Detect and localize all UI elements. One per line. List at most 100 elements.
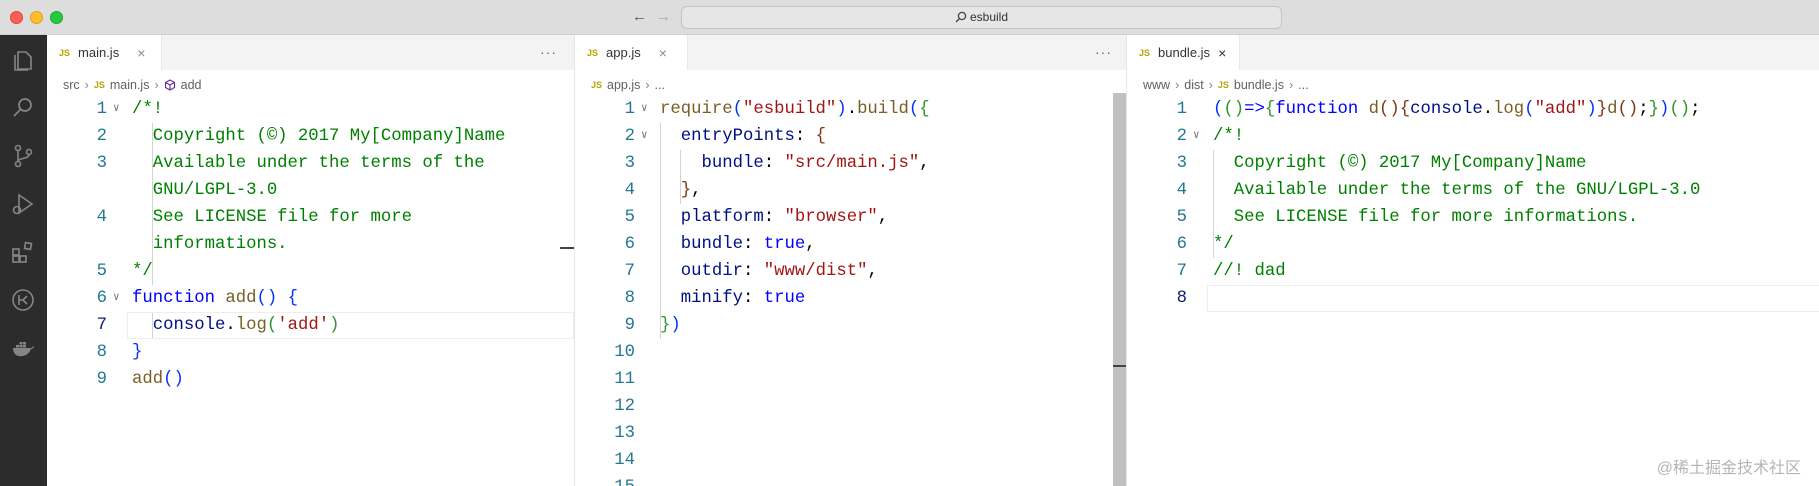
tab-bundle-js[interactable]: JS bundle.js ×: [1127, 35, 1240, 70]
breadcrumb-item[interactable]: www: [1143, 78, 1170, 92]
code-token: (): [1378, 100, 1400, 119]
code-token: .: [1482, 100, 1494, 119]
maximize-window-button[interactable]: [50, 11, 63, 24]
fold-chevron-icon[interactable]: ∨: [113, 96, 120, 123]
explorer-icon[interactable]: [10, 47, 36, 73]
line-number: 14: [614, 451, 635, 470]
line-number: 3: [624, 154, 635, 173]
editor-pane-main: JS main.js × ··· src › JS main.js › add …: [47, 35, 574, 486]
breadcrumb-item[interactable]: main.js: [110, 78, 150, 92]
cube-symbol-icon: [164, 79, 176, 91]
source-control-icon[interactable]: [10, 143, 36, 169]
line-number: 8: [96, 343, 107, 362]
code-token: "www/dist": [763, 262, 868, 281]
search-icon[interactable]: [10, 95, 36, 121]
breadcrumb-item[interactable]: dist: [1184, 78, 1203, 92]
fold-chevron-icon[interactable]: ∨: [1193, 123, 1200, 150]
code-token: {: [919, 100, 930, 119]
close-window-button[interactable]: [10, 11, 23, 24]
code-token: (: [1213, 100, 1224, 119]
code-token: log: [235, 316, 267, 335]
code-line: 5 See LICENSE file for more informations…: [1127, 204, 1819, 231]
more-actions-icon[interactable]: ···: [540, 44, 557, 60]
code-token: console: [152, 316, 226, 335]
remote-icon[interactable]: [10, 287, 36, 313]
code-line: 2 ∨ /*!: [1127, 123, 1819, 150]
code-line: 3 bundle: "src/main.js",: [575, 150, 1126, 177]
fold-chevron-icon[interactable]: ∨: [641, 96, 648, 123]
code-token: "browser": [784, 208, 878, 227]
chevron-right-icon: ›: [154, 78, 159, 92]
line-number: 11: [614, 370, 635, 389]
breadcrumb-item[interactable]: add: [181, 78, 202, 92]
line-number: 4: [1176, 181, 1187, 200]
code-token: "esbuild": [742, 100, 837, 119]
docker-icon[interactable]: [10, 335, 36, 361]
code-text: GNU/LGPL-3.0: [132, 177, 277, 204]
breadcrumb-item[interactable]: bundle.js: [1234, 78, 1284, 92]
forward-arrow-icon[interactable]: →: [656, 8, 671, 25]
line-number: 1: [624, 100, 635, 119]
code-text: //! dad: [1213, 258, 1286, 285]
chevron-right-icon: ›: [1288, 78, 1294, 92]
code-token: outdir: [680, 262, 743, 281]
code-text: function add() {: [132, 285, 298, 312]
code-editor[interactable]: 1 ∨ /*! 2 Copyright (©) 2017 My[Company]Nam…: [47, 96, 574, 486]
more-actions-icon[interactable]: ···: [1095, 44, 1112, 60]
fold-chevron-icon[interactable]: ∨: [641, 123, 648, 150]
code-token: GNU/LGPL-3.0: [132, 181, 278, 200]
code-line: informations.: [47, 231, 574, 258]
command-center-search[interactable]: esbuild: [681, 6, 1282, 29]
back-arrow-icon[interactable]: ←: [632, 8, 647, 25]
close-icon[interactable]: ×: [659, 45, 667, 61]
code-line: 9 add(): [47, 366, 574, 393]
code-token: /*!: [1213, 127, 1245, 146]
tab-app-js[interactable]: JS app.js ×: [575, 35, 688, 70]
breadcrumb-item[interactable]: app.js: [607, 78, 640, 92]
fold-chevron-icon[interactable]: ∨: [113, 285, 120, 312]
code-text: */: [1213, 231, 1234, 258]
code-token: (: [908, 100, 920, 119]
code-editor[interactable]: 1 ∨ require("esbuild").build({2 ∨ entryPoin…: [575, 96, 1126, 486]
line-number: 1: [1176, 100, 1187, 119]
breadcrumb-item[interactable]: ...: [1298, 78, 1308, 92]
code-token: build: [857, 100, 909, 119]
code-token: (): [1617, 100, 1639, 119]
run-debug-icon[interactable]: [10, 191, 36, 217]
tab-main-js[interactable]: JS main.js ×: [47, 35, 162, 70]
close-icon[interactable]: ×: [137, 45, 145, 61]
code-line: 12: [575, 393, 1126, 420]
scrollbar-marker: [1113, 365, 1127, 367]
code-line: 2 Copyright (©) 2017 My[Company]Name: [47, 123, 574, 150]
line-number: 13: [614, 424, 635, 443]
line-number: 2: [96, 127, 107, 146]
javascript-file-icon: JS: [93, 80, 105, 90]
line-number: 6: [624, 235, 635, 254]
line-number: 15: [575, 474, 635, 486]
code-line: 14: [575, 447, 1126, 474]
code-line: 1 (()=>{function d(){console.log("add")}d…: [1127, 96, 1819, 123]
code-token: :: [794, 127, 816, 146]
close-icon[interactable]: ×: [1218, 45, 1226, 61]
tab-bar: JS app.js × ···: [575, 35, 1126, 70]
code-text: bundle: true,: [660, 231, 816, 258]
minimize-window-button[interactable]: [30, 11, 43, 24]
code-line: 13: [575, 420, 1126, 447]
code-text: }: [132, 339, 142, 366]
tab-label: bundle.js: [1158, 45, 1211, 60]
code-editor[interactable]: 1 (()=>{function d(){console.log("add")}d…: [1127, 96, 1819, 486]
line-number: 9: [624, 316, 635, 335]
code-token: {: [287, 289, 298, 308]
code-line: 2 ∨ entryPoints: {: [575, 123, 1126, 150]
extensions-icon[interactable]: [10, 239, 36, 265]
code-token: ,: [805, 235, 816, 254]
breadcrumb-item[interactable]: src: [63, 78, 80, 92]
breadcrumb-item[interactable]: ...: [655, 78, 665, 92]
scrollbar-thumb[interactable]: [1113, 93, 1127, 486]
line-number: 7: [1176, 262, 1187, 281]
code-token: Copyright (©) 2017 My[Company]Name: [132, 127, 506, 146]
watermark: @稀土掘金技术社区: [1656, 460, 1801, 477]
